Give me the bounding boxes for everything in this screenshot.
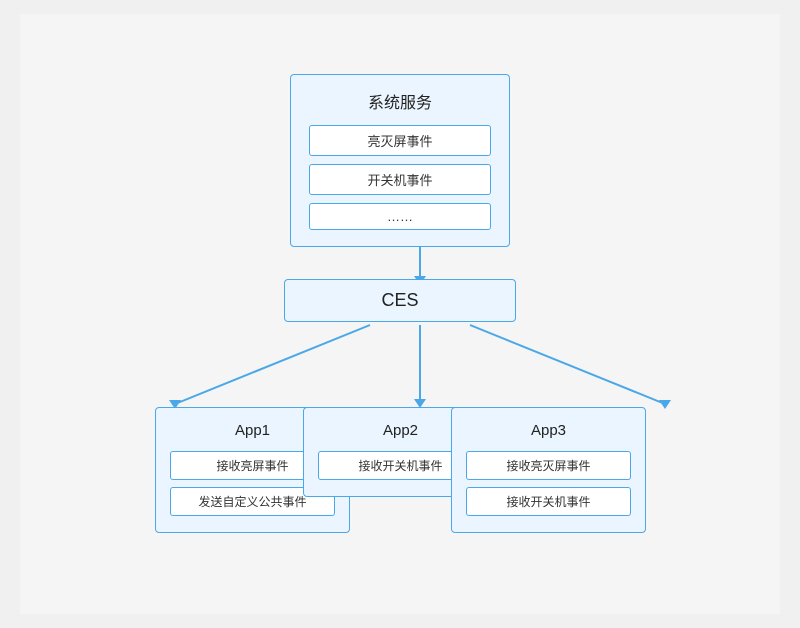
ces-box: CES — [284, 279, 516, 322]
system-service-title: 系统服务 — [309, 89, 491, 113]
app3-box: App3 接收亮灭屏事件 接收开关机事件 — [451, 407, 646, 533]
app3-title: App3 — [466, 422, 631, 439]
system-service-box: 系统服务 亮灭屏事件 开关机事件 …… — [290, 74, 510, 247]
ces-label: CES — [381, 290, 418, 310]
app3-item-1: 接收开关机事件 — [466, 487, 631, 516]
diagram: 系统服务 亮灭屏事件 开关机事件 …… CES App1 接收亮屏事件 发送自定… — [20, 14, 780, 614]
system-item-1: 开关机事件 — [309, 164, 491, 195]
system-item-2: …… — [309, 203, 491, 230]
system-item-0: 亮灭屏事件 — [309, 125, 491, 156]
app3-item-0: 接收亮灭屏事件 — [466, 451, 631, 480]
